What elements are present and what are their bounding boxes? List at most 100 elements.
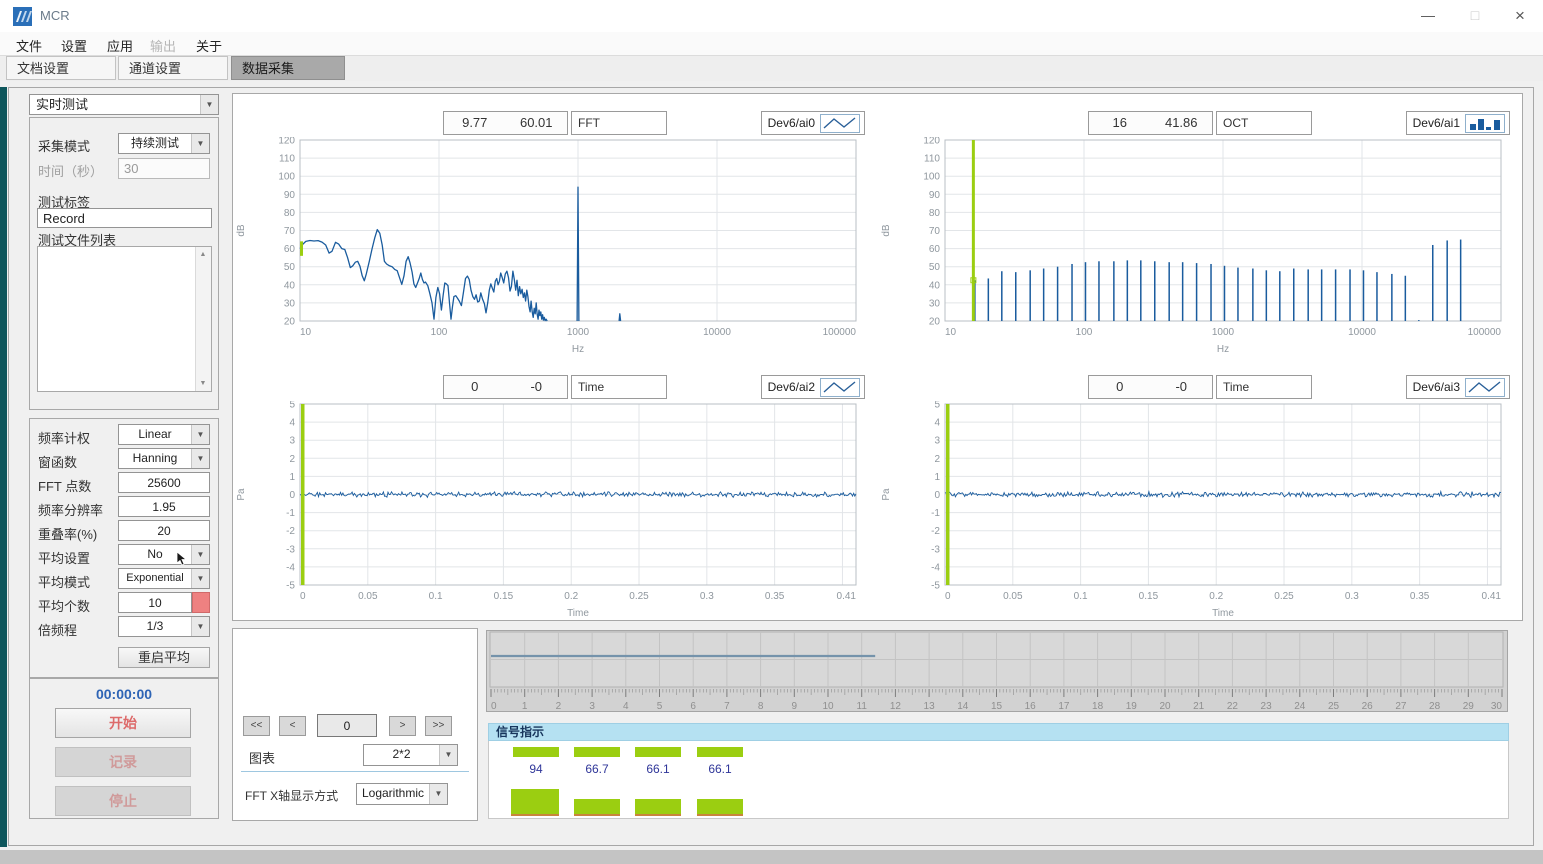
avg-count-field[interactable] [118,592,192,613]
svg-text:5: 5 [934,401,940,411]
svg-text:70: 70 [284,226,296,237]
acq-mode-label: 采集模式 [38,136,90,155]
svg-text:14: 14 [957,701,969,712]
svg-text:4: 4 [289,418,295,429]
svg-text:-3: -3 [286,544,295,555]
chevron-down-icon[interactable]: ▼ [429,784,447,804]
menu-file[interactable]: 文件 [12,35,46,56]
svg-text:0.05: 0.05 [358,591,378,602]
nav-first-button[interactable]: << [243,716,270,736]
nav-prev-button[interactable]: < [279,716,306,736]
fft-type-field[interactable]: FFT [571,111,667,135]
record-button: 记录 [55,747,191,777]
start-button[interactable]: 开始 [55,708,191,738]
test-mode-select[interactable]: 实时测试 ▼ [29,94,219,115]
time1-type-field[interactable]: Time [571,375,667,399]
display-control-panel: << < > >> 图表 2*2 ▼ FFT X轴显示方式 Logarithmi… [232,628,478,821]
menu-settings[interactable]: 设置 [57,35,91,56]
nav-next-button[interactable]: > [389,716,416,736]
svg-text:19: 19 [1126,701,1138,712]
nav-last-button[interactable]: >> [425,716,452,736]
time2-chart-cell: 0 -0 Time Dev6/ai3 -5-4-3-2-101234500.05… [877,357,1522,621]
svg-text:-3: -3 [931,544,940,555]
svg-text:0: 0 [289,490,295,501]
time2-type-field[interactable]: Time [1216,375,1312,399]
svg-text:30: 30 [929,298,941,309]
chevron-down-icon[interactable]: ▼ [191,569,209,588]
oct-type-field[interactable]: OCT [1216,111,1312,135]
window-func-select[interactable]: Hanning ▼ [118,448,210,469]
chevron-down-icon[interactable]: ▼ [191,617,209,636]
test-mode-value: 实时测试 [30,95,200,114]
svg-text:80: 80 [284,208,296,219]
svg-text:-4: -4 [286,562,295,573]
octave-select[interactable]: 1/3 ▼ [118,616,210,637]
signal-meter-ch4 [697,799,743,816]
time2-cursor-readout: 0 -0 [1088,375,1213,399]
test-file-listbox[interactable]: ▲ ▼ [37,246,212,392]
time1-channel-selector[interactable]: Dev6/ai2 [761,375,865,399]
fft-cursor-readout: 9.77 60.01 [443,111,568,135]
svg-text:30: 30 [1491,701,1503,712]
svg-text:Time: Time [567,608,589,619]
svg-text:0.3: 0.3 [700,591,714,602]
avg-mode-select[interactable]: Exponential ▼ [118,568,210,589]
fft-xaxis-mode-select[interactable]: Logarithmic ▼ [356,783,448,805]
maximize-button[interactable]: □ [1452,0,1498,31]
svg-text:7: 7 [724,701,730,712]
svg-text:0.1: 0.1 [429,591,443,602]
close-button[interactable]: × [1497,0,1543,31]
scroll-down-icon[interactable]: ▼ [196,376,210,391]
stop-button: 停止 [55,786,191,816]
svg-text:100: 100 [1076,327,1093,338]
svg-text:100: 100 [431,327,448,338]
svg-text:12: 12 [890,701,902,712]
chevron-down-icon[interactable]: ▼ [439,745,457,765]
svg-text:25: 25 [1328,701,1340,712]
page-number-field[interactable] [317,714,377,737]
svg-text:1000: 1000 [567,327,590,338]
fft-points-field[interactable] [118,472,210,493]
menu-application[interactable]: 应用 [103,35,137,56]
avg-setting-select[interactable]: No ▼ [118,544,210,565]
overlap-field[interactable] [118,520,210,541]
chevron-down-icon[interactable]: ▼ [191,545,209,564]
test-label-field[interactable] [37,208,212,228]
chevron-down-icon[interactable]: ▼ [191,425,209,444]
menu-about[interactable]: 关于 [192,35,226,56]
tab-document-settings[interactable]: 文档设置 [6,56,116,80]
time2-channel-selector[interactable]: Dev6/ai3 [1406,375,1510,399]
fft-cursor-y: 60.01 [506,112,568,134]
chevron-down-icon[interactable]: ▼ [200,95,218,114]
acq-mode-select[interactable]: 持续测试 ▼ [118,133,210,154]
chart-grid-select[interactable]: 2*2 ▼ [363,744,458,766]
svg-text:110: 110 [924,154,940,165]
divider [241,771,469,772]
minimize-button[interactable]: — [1405,0,1451,31]
chevron-down-icon[interactable]: ▼ [191,449,209,468]
fft-channel-selector[interactable]: Dev6/ai0 [761,111,865,135]
time1-plot[interactable]: -5-4-3-2-101234500.050.10.150.20.250.30.… [232,401,877,619]
scroll-up-icon[interactable]: ▲ [196,247,210,262]
svg-text:Hz: Hz [572,344,584,355]
signal-meter-ch3 [635,799,681,816]
svg-text:-2: -2 [286,526,295,537]
tab-data-acquisition[interactable]: 数据采集 [231,56,345,80]
freq-resolution-field[interactable] [118,496,210,517]
tab-channel-settings[interactable]: 通道设置 [118,56,228,80]
restart-average-button[interactable]: 重启平均 [118,647,210,668]
signal-meter-ch1 [511,789,559,816]
oct-plot[interactable]: 2030405060708090100110120101001000100001… [877,137,1522,355]
fft-cursor-x: 9.77 [444,112,506,134]
menu-output: 输出 [146,35,180,56]
fft-plot[interactable]: 2030405060708090100110120101001000100001… [232,137,877,355]
time2-plot[interactable]: -5-4-3-2-101234500.050.10.150.20.250.30.… [877,401,1522,619]
freq-weighting-select[interactable]: Linear ▼ [118,424,210,445]
oct-channel-selector[interactable]: Dev6/ai1 [1406,111,1510,135]
record-timeline[interactable]: 0123456789101112131415161718192021222324… [486,630,1508,714]
time2-cursor-y: -0 [1151,376,1213,398]
chevron-down-icon[interactable]: ▼ [191,134,209,153]
signal-lamp-ch2 [574,747,620,757]
time1-cursor-y: -0 [506,376,568,398]
listbox-scrollbar[interactable]: ▲ ▼ [195,247,211,391]
